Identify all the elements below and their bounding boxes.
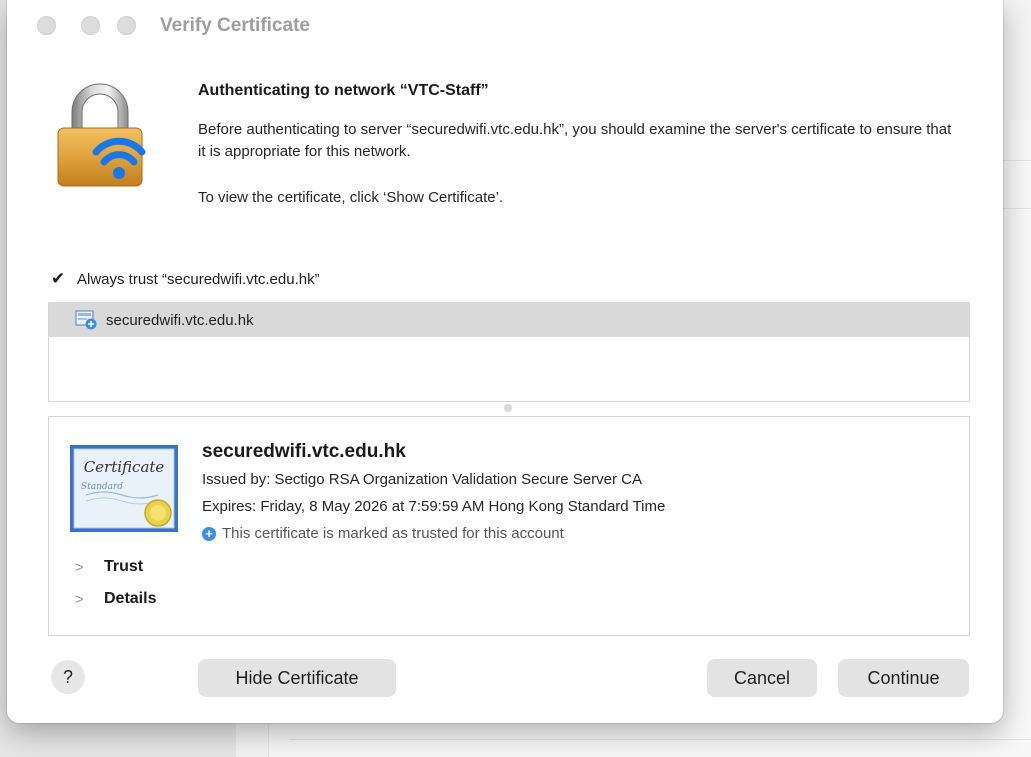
wifi-lock-icon <box>57 83 146 187</box>
certificate-list-label: securedwifi.vtc.edu.hk <box>106 311 254 329</box>
certificate-detail-panel: Certificate Standard securedwifi.vtc.edu… <box>48 416 970 636</box>
checkmark-icon[interactable]: ✔ <box>51 270 69 288</box>
verify-certificate-dialog: Verify Certificate Authenticating to net… <box>7 0 1003 723</box>
list-item[interactable]: securedwifi.vtc.edu.hk <box>49 303 969 337</box>
certificate-icon <box>75 310 97 330</box>
details-disclosure[interactable]: > Details <box>75 590 156 608</box>
certificate-image-subtitle: Standard <box>81 482 123 492</box>
trusted-status: + This certificate is marked as trusted … <box>202 525 564 542</box>
trusted-status-text: This certificate is marked as trusted fo… <box>222 525 564 542</box>
window-title: Verify Certificate <box>160 15 310 36</box>
cancel-button[interactable]: Cancel <box>707 659 817 697</box>
chevron-right-icon[interactable]: > <box>75 559 87 576</box>
dialog-instruction: To view the certificate, click ‘Show Cer… <box>198 189 504 206</box>
help-button[interactable]: ? <box>51 660 85 694</box>
minimize-window-button[interactable] <box>81 16 100 35</box>
trust-disclosure-label[interactable]: Trust <box>104 558 143 576</box>
background-divider <box>290 739 1031 740</box>
plus-icon: + <box>202 526 216 541</box>
certificate-image-title: Certificate <box>84 458 165 476</box>
continue-button[interactable]: Continue <box>838 659 969 697</box>
dialog-message: Before authenticating to server “secured… <box>198 121 952 160</box>
certificate-name: securedwifi.vtc.edu.hk <box>202 441 406 462</box>
dialog-heading: Authenticating to network “VTC-Staff” <box>198 82 489 99</box>
certificate-issuer: Issued by: Sectigo RSA Organization Vali… <box>202 471 642 488</box>
close-window-button[interactable] <box>37 16 56 35</box>
zoom-window-button[interactable] <box>117 16 136 35</box>
hide-certificate-button[interactable]: Hide Certificate <box>198 659 396 697</box>
title-bar: Verify Certificate <box>7 0 1003 54</box>
certificate-expiry: Expires: Friday, 8 May 2026 at 7:59:59 A… <box>202 498 666 515</box>
split-view-handle[interactable] <box>504 404 512 412</box>
trust-disclosure[interactable]: > Trust <box>75 558 143 576</box>
certificate-image-icon: Certificate Standard <box>70 445 178 532</box>
always-trust-label[interactable]: Always trust “securedwifi.vtc.edu.hk” <box>77 271 320 288</box>
always-trust-checkbox[interactable]: ✔ Always trust “securedwifi.vtc.edu.hk” <box>51 268 320 290</box>
certificate-list[interactable]: securedwifi.vtc.edu.hk <box>48 302 970 402</box>
chevron-right-icon[interactable]: > <box>75 591 87 608</box>
details-disclosure-label[interactable]: Details <box>104 590 156 608</box>
